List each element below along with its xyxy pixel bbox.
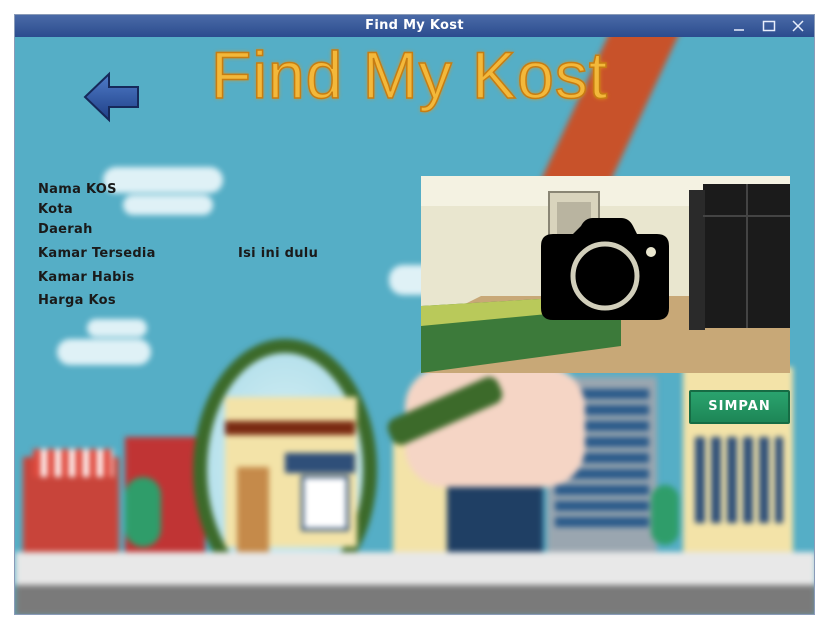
room-photo[interactable] <box>421 176 790 373</box>
label-harga-kos: Harga Kos <box>38 293 116 308</box>
label-nama-kos: Nama KOS <box>38 182 117 197</box>
label-kota: Kota <box>38 202 73 217</box>
main-panel: Find My Kost Nama KOS Kota Daerah Kamar … <box>15 37 814 614</box>
hint-text: Isi ini dulu <box>238 246 319 261</box>
app-window: Find My Kost Find My Kost Nama KOS Kota … <box>14 14 815 615</box>
title-bar[interactable]: Find My Kost <box>15 15 814 37</box>
label-kamar-tersedia: Kamar Tersedia <box>38 246 156 261</box>
minimize-icon[interactable] <box>731 18 747 34</box>
window-title: Find My Kost <box>365 18 464 33</box>
app-title: Find My Kost <box>210 37 609 113</box>
camera-icon[interactable] <box>541 216 669 320</box>
label-kamar-habis: Kamar Habis <box>38 270 135 285</box>
save-button[interactable]: SIMPAN <box>689 390 790 424</box>
maximize-icon[interactable] <box>761 18 777 34</box>
label-daerah: Daerah <box>38 222 93 237</box>
close-icon[interactable] <box>790 18 806 34</box>
back-arrow-icon[interactable] <box>83 71 141 123</box>
